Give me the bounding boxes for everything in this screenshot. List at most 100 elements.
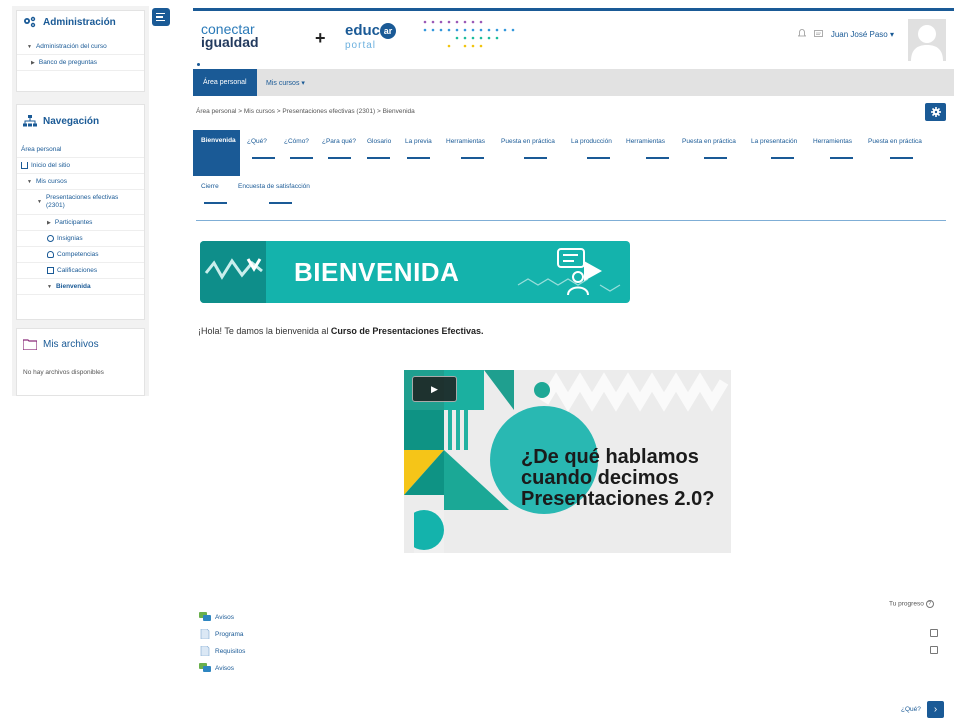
tab-bienvenida[interactable]: Bienvenida [193, 130, 240, 176]
activity-file-programa[interactable]: Programa [199, 628, 244, 640]
tab-cierre[interactable]: Cierre [201, 183, 219, 190]
tab-underline [252, 157, 275, 159]
badge-icon [47, 235, 54, 242]
file-icon [199, 645, 211, 657]
video-player[interactable]: ▶ ¿De qué hablamos cuando decimos Presen… [404, 370, 731, 553]
tab-para-que[interactable]: ¿Para qué? [322, 138, 356, 145]
sidebar-item-course-admin[interactable]: ▼ Administración del curso [17, 39, 144, 55]
tab-underline [269, 202, 292, 204]
decorative-dot [197, 63, 200, 66]
tab-como[interactable]: ¿Cómo? [284, 138, 309, 145]
completion-checkbox[interactable] [930, 629, 938, 637]
user-menu-toggle[interactable]: Juan José Paso ▾ [831, 30, 894, 39]
files-block: Mis archivos No hay archivos disponibles [16, 328, 145, 396]
breadcrumb[interactable]: Área personal > Mis cursos > Presentacio… [196, 108, 415, 115]
tab-underline [524, 157, 547, 159]
cogs-icon [23, 15, 37, 29]
tab-underline [771, 157, 794, 159]
sidebar-item-competencies[interactable]: Competencias [17, 247, 144, 263]
logo-plus-sign: + [315, 28, 326, 48]
tab-encuesta[interactable]: Encuesta de satisfacción [238, 183, 310, 190]
tab-underline [367, 157, 390, 159]
video-play-button[interactable]: ▶ [412, 376, 457, 402]
educar-logo[interactable]: educ ar portal [345, 23, 397, 53]
admin-block: Administración ▼ Administración del curso… [16, 10, 145, 92]
no-files-text: No hay archivos disponibles [23, 369, 104, 376]
completion-checkbox[interactable] [930, 646, 938, 654]
welcome-banner: BIENVENIDA [200, 241, 630, 303]
sidebar-item-my-courses[interactable]: ▼ Mis cursos [17, 174, 144, 190]
tab-puesta-en-practica-2[interactable]: Puesta en práctica [682, 138, 736, 145]
tab-la-produccion[interactable]: La producción [571, 138, 612, 145]
bell-icon[interactable] [797, 29, 807, 40]
sidebar-item-badges[interactable]: Insignias [17, 231, 144, 247]
sidebar-item-course[interactable]: ▼ Presentaciones efectivas (2301) [17, 190, 144, 215]
folder-icon [23, 337, 37, 351]
sidebar-item-participants[interactable]: ▶ Participantes [17, 215, 144, 231]
tab-underline [407, 157, 430, 159]
forum-icon [199, 612, 211, 622]
tab-underline [587, 157, 610, 159]
tab-puesta-en-practica-1[interactable]: Puesta en práctica [501, 138, 555, 145]
conectar-igualdad-logo[interactable]: conectar igualdad [201, 22, 259, 49]
caret-right-icon: ▶ [31, 59, 35, 66]
tab-herramientas-1[interactable]: Herramientas [446, 138, 485, 145]
presentation-chat-icon [557, 248, 602, 296]
top-navbar: Área personal Mis cursos ▾ [193, 69, 954, 96]
caret-down-icon: ▼ [37, 199, 42, 205]
activity-file-requisitos[interactable]: Requisitos [199, 645, 245, 657]
sidebar-item-dashboard[interactable]: Área personal [17, 142, 144, 158]
header-user-area: Juan José Paso ▾ [797, 29, 894, 40]
help-circle-icon[interactable]: ? [925, 600, 934, 608]
tab-glosario[interactable]: Glosario [367, 138, 391, 145]
sidebar-item-grades[interactable]: Calificaciones [17, 263, 144, 279]
progress-label: Tu progreso ? [889, 600, 934, 608]
banner-title: BIENVENIDA [294, 257, 460, 287]
tab-underline [890, 157, 913, 159]
nav-my-courses[interactable]: Mis cursos ▾ [256, 69, 315, 96]
next-activity-button[interactable]: › [927, 701, 944, 718]
tab-la-previa[interactable]: La previa [405, 138, 432, 145]
video-title: ¿De qué hablamos cuando decimos Presenta… [521, 446, 715, 510]
admin-block-title: Administración [17, 11, 144, 33]
navigation-block: Navegación Área personal Inicio del siti… [16, 104, 145, 320]
drawer-toggle-button[interactable] [152, 8, 170, 26]
caret-right-icon: ▶ [47, 219, 51, 226]
next-activity-link[interactable]: ¿Qué? [901, 706, 921, 713]
messages-icon[interactable] [813, 29, 823, 40]
sitemap-icon [23, 114, 37, 128]
tab-underline [461, 157, 484, 159]
sidebar-item-site-home[interactable]: Inicio del sitio [17, 158, 144, 174]
tab-underline [204, 202, 227, 204]
activity-forum-avisos-2[interactable]: Avisos [199, 663, 234, 673]
tab-underline [290, 157, 313, 159]
left-drawer: Administración ▼ Administración del curso… [12, 6, 149, 396]
files-block-title: Mis archivos [17, 333, 144, 355]
home-icon [21, 162, 28, 169]
navigation-block-title: Navegación [17, 110, 144, 132]
tab-puesta-en-practica-3[interactable]: Puesta en práctica [868, 138, 922, 145]
settings-gear-button[interactable] [925, 103, 946, 121]
competency-icon [47, 251, 54, 258]
tab-underline [704, 157, 727, 159]
tab-la-presentacion[interactable]: La presentación [751, 138, 797, 145]
tab-que[interactable]: ¿Qué? [247, 138, 267, 145]
activity-forum-avisos[interactable]: Avisos [199, 612, 234, 622]
sidebar-item-welcome[interactable]: ▼ Bienvenida [17, 279, 144, 295]
avatar[interactable] [908, 19, 946, 61]
welcome-text: ¡Hola! Te damos la bienvenida al Curso d… [198, 326, 484, 336]
decorative-dots-graphic [423, 20, 515, 48]
nav-dashboard[interactable]: Área personal [193, 69, 257, 96]
tab-herramientas-3[interactable]: Herramientas [813, 138, 852, 145]
file-icon [199, 628, 211, 640]
tab-herramientas-2[interactable]: Herramientas [626, 138, 665, 145]
page-header: conectar igualdad + educ ar portal Juan J… [193, 8, 954, 69]
forum-icon [199, 663, 211, 673]
gear-icon [930, 107, 941, 117]
sidebar-item-question-bank[interactable]: ▶ Banco de preguntas [17, 55, 144, 71]
tab-underline [646, 157, 669, 159]
caret-down-icon: ▼ [27, 178, 32, 185]
caret-down-icon: ▼ [27, 43, 32, 50]
tabs-divider [196, 220, 946, 221]
caret-down-icon: ▼ [47, 283, 52, 290]
